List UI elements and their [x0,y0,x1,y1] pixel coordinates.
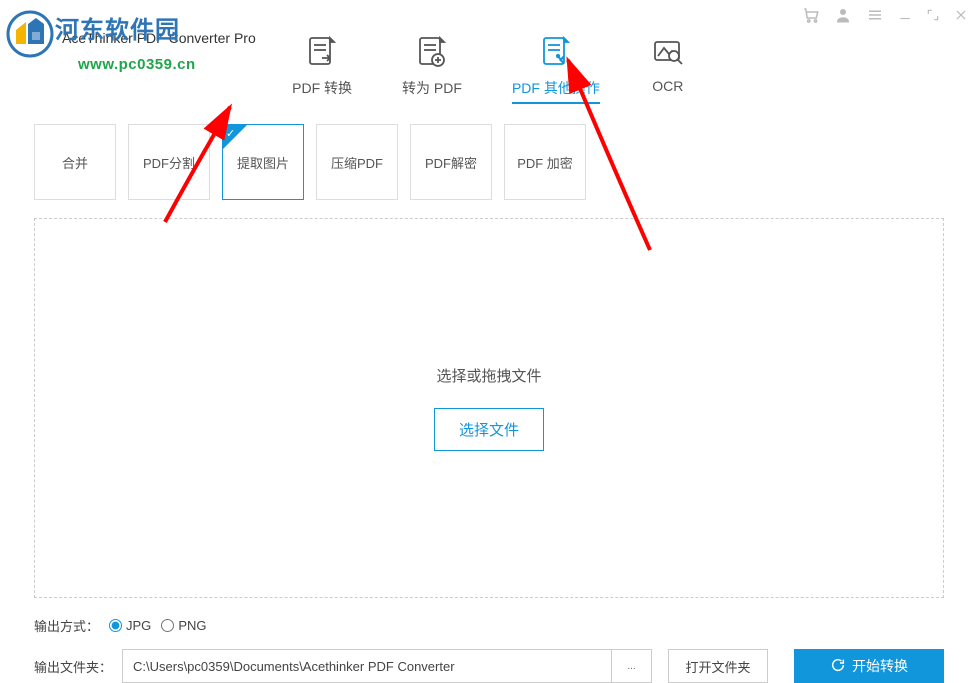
option-label: 合并 [62,153,88,172]
tab-pdf-convert[interactable]: PDF 转换 [292,34,352,104]
output-format-row: 输出方式： JPG PNG [0,598,978,635]
refresh-icon [830,657,846,676]
radio-label: PNG [178,618,206,633]
option-merge[interactable]: 合并 [34,124,116,200]
radio-png-input[interactable] [161,619,174,632]
radio-jpg[interactable]: JPG [109,618,151,633]
option-compress[interactable]: 压缩PDF [316,124,398,200]
start-label: 开始转换 [852,656,908,676]
tab-label: OCR [652,78,683,94]
drop-hint: 选择或拖拽文件 [436,365,541,386]
option-split[interactable]: PDF分割 [128,124,210,200]
watermark-logo [6,10,54,63]
radio-png[interactable]: PNG [161,618,206,633]
menu-icon[interactable] [866,6,884,24]
option-cards: 合并 PDF分割 ✓ 提取图片 压缩PDF PDF解密 PDF 加密 [0,114,978,200]
output-folder-label: 输出文件夹： [34,657,112,676]
choose-file-button[interactable]: 选择文件 [434,408,544,451]
option-label: 压缩PDF [331,153,383,172]
cart-icon[interactable] [802,6,820,24]
option-encrypt[interactable]: PDF 加密 [504,124,586,200]
radio-label: JPG [126,618,151,633]
check-icon: ✓ [226,127,235,140]
to-pdf-icon [414,34,450,70]
option-label: PDF解密 [425,153,477,172]
output-format-label: 输出方式： [34,616,99,635]
tab-label: PDF 转换 [292,78,352,98]
drop-zone[interactable]: 选择或拖拽文件 选择文件 [34,218,944,598]
tab-ocr[interactable]: OCR [650,34,686,104]
watermark-site-name: 河东软件园 [55,10,180,45]
convert-icon [304,34,340,70]
open-folder-button[interactable]: 打开文件夹 [668,649,768,683]
option-label: PDF 加密 [517,153,573,172]
option-label: 提取图片 [237,153,289,172]
minimize-icon[interactable] [898,8,912,22]
radio-jpg-input[interactable] [109,619,122,632]
folder-input-group: ... [122,649,652,683]
header-tabs: PDF 转换 转为 PDF PDF 其他操作 [0,34,978,114]
option-decrypt[interactable]: PDF解密 [410,124,492,200]
tab-to-pdf[interactable]: 转为 PDF [402,34,462,104]
ocr-icon [650,34,686,70]
option-label: PDF分割 [143,153,195,172]
option-extract-images[interactable]: ✓ 提取图片 [222,124,304,200]
tab-pdf-other[interactable]: PDF 其他操作 [512,34,600,104]
browse-button[interactable]: ... [612,649,652,683]
folder-path-field[interactable] [122,649,612,683]
user-icon[interactable] [834,6,852,24]
maximize-icon[interactable] [926,8,940,22]
output-folder-row: 输出文件夹： ... 打开文件夹 开始转换 [0,635,978,683]
tab-label: PDF 其他操作 [512,78,600,98]
start-convert-button[interactable]: 开始转换 [794,649,944,683]
other-ops-icon [538,34,574,70]
watermark-url: www.pc0359.cn [78,56,196,73]
close-icon[interactable] [954,8,968,22]
tab-label: 转为 PDF [402,78,462,98]
